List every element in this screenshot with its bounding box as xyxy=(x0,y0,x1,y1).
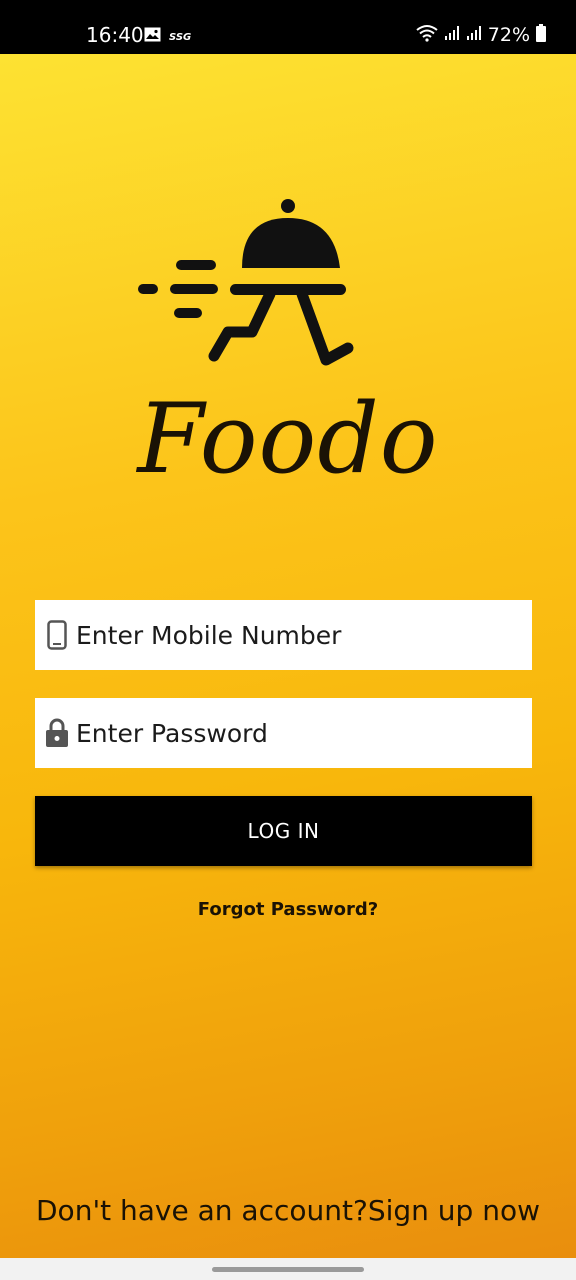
forgot-password-link[interactable]: Forgot Password? xyxy=(0,899,576,920)
login-screen: Foodo LOG IN Forgot Password? Don't have… xyxy=(0,54,576,1258)
login-button[interactable]: LOG IN xyxy=(35,796,532,866)
signup-link[interactable]: Don't have an account?Sign up now xyxy=(0,1194,576,1227)
password-input[interactable] xyxy=(76,718,516,748)
gallery-icon xyxy=(144,27,161,46)
phone-icon xyxy=(42,615,72,655)
ssg-icon: SSG xyxy=(169,27,193,46)
ssg-text: SSG xyxy=(169,32,191,42)
password-field[interactable] xyxy=(35,698,532,768)
status-left-icons: SSG xyxy=(144,27,193,46)
delivery-cloche-icon xyxy=(130,194,360,378)
brand-name: Foodo xyxy=(137,383,439,495)
wifi-icon xyxy=(416,24,438,46)
mobile-number-input[interactable] xyxy=(76,620,516,650)
status-time: 16:40 xyxy=(86,23,144,47)
navigation-bar xyxy=(0,1258,576,1280)
signal-icon xyxy=(466,25,482,45)
battery-percent: 72% xyxy=(487,24,530,46)
lock-icon xyxy=(42,713,72,753)
signal-icon xyxy=(444,25,460,45)
status-right-icons: 72% xyxy=(416,22,546,48)
status-bar: 16:40 SSG 72% xyxy=(0,0,576,54)
battery-icon xyxy=(536,24,546,46)
home-indicator[interactable] xyxy=(212,1267,364,1272)
mobile-number-field[interactable] xyxy=(35,600,532,670)
